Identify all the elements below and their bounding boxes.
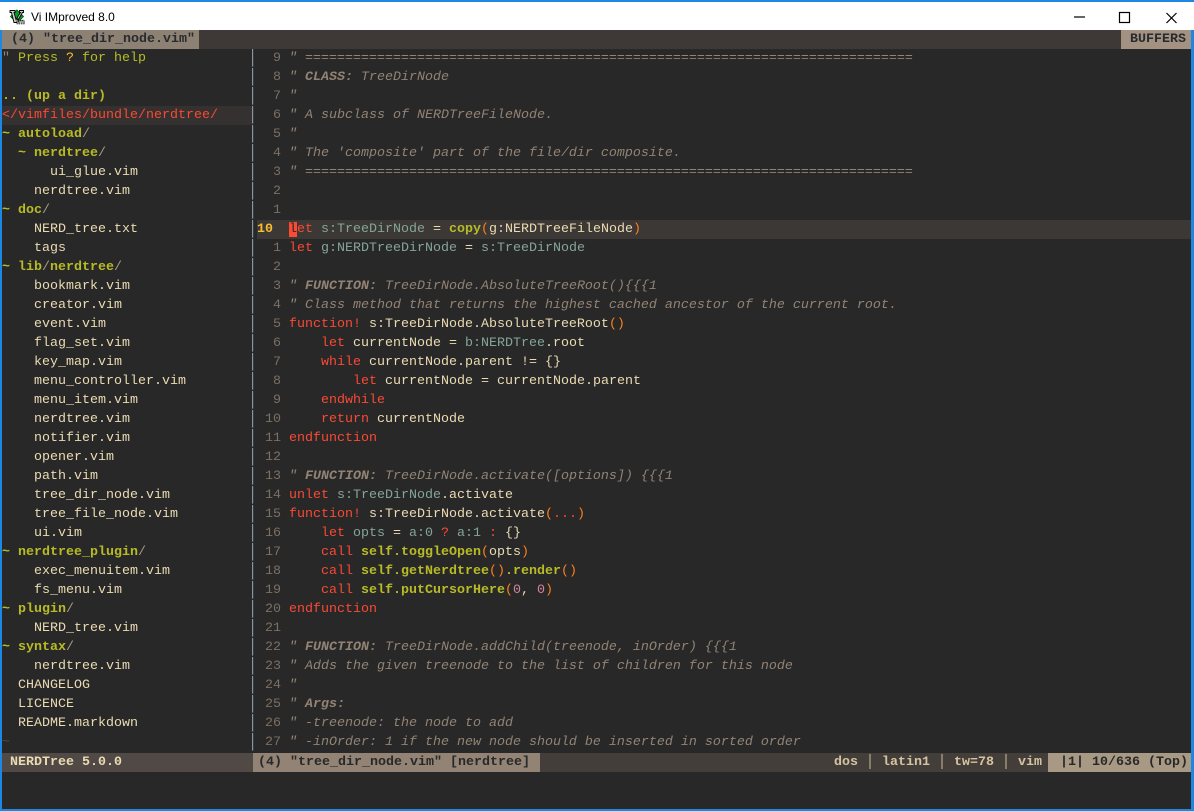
svg-text:im: im xyxy=(17,19,25,25)
